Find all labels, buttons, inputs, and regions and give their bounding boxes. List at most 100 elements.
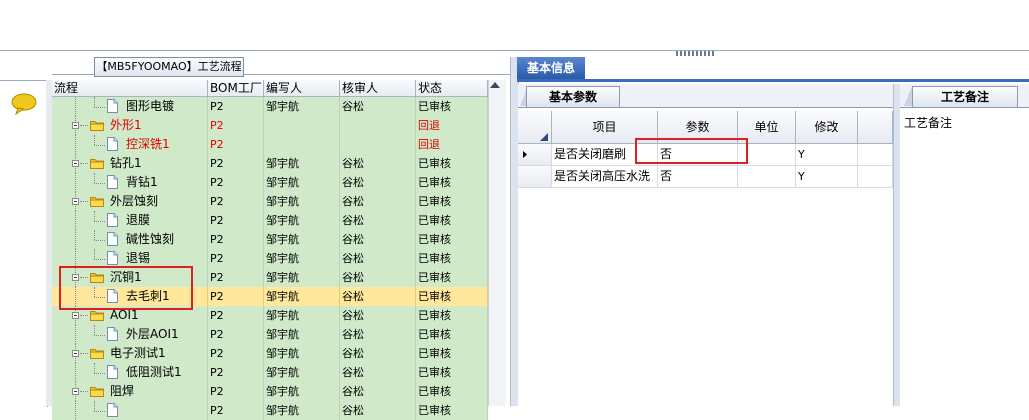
tree-guide-line xyxy=(94,135,95,145)
tree-row[interactable]: 碱性蚀刻 P2 邹宇航 谷松 已审核 xyxy=(52,230,488,249)
column-header[interactable]: 流程 xyxy=(52,80,208,97)
cell-reviewer: 谷松 xyxy=(342,97,416,116)
tree-guide-line xyxy=(80,163,88,164)
process-grid-scrollbar[interactable] xyxy=(488,80,506,406)
cell-bom: P2 xyxy=(210,97,264,116)
tree-row[interactable]: 控深铣1 P2 回退 xyxy=(52,135,488,154)
tree-node-label: 退膜 xyxy=(126,213,151,227)
collapse-toggle-icon[interactable] xyxy=(72,350,79,357)
tree-node-cell: 碱性蚀刻 xyxy=(52,230,208,249)
scroll-up-arrow-icon[interactable] xyxy=(490,82,500,88)
param-cell-param[interactable]: 否 xyxy=(658,166,738,188)
param-column-header[interactable]: 修改 xyxy=(796,111,858,144)
tree-row[interactable]: 外层蚀刻 P2 邹宇航 谷松 已审核 xyxy=(52,192,488,211)
document-icon xyxy=(107,213,118,227)
splitter-grip[interactable] xyxy=(676,51,716,56)
tree-guide-line xyxy=(80,353,88,354)
cell-bom: P2 xyxy=(210,306,264,325)
tree-node-cell: 阻焊 xyxy=(52,382,208,401)
tree-guide-line xyxy=(94,335,105,336)
cell-status: 已审核 xyxy=(418,230,488,249)
corner-triangle-icon xyxy=(540,133,548,141)
tree-node-label: 碱性蚀刻 xyxy=(126,232,175,246)
folder-icon xyxy=(90,121,104,131)
param-cell-modify: Y xyxy=(796,166,858,188)
cell-reviewer: 谷松 xyxy=(342,287,416,306)
cell-status: 已审核 xyxy=(418,173,488,192)
tree-row[interactable]: 电子测试1 P2 邹宇航 谷松 已审核 xyxy=(52,344,488,363)
column-header[interactable]: 核审人 xyxy=(340,80,416,97)
cell-writer: 邹宇航 xyxy=(266,230,340,249)
folder-icon xyxy=(90,311,104,321)
tree-guide-line xyxy=(80,315,88,316)
cell-bom: P2 xyxy=(210,192,264,211)
cell-status: 已审核 xyxy=(418,97,488,116)
cell-status: 回退 xyxy=(418,116,488,135)
tree-guide-line xyxy=(94,97,95,107)
highlight-box-param xyxy=(635,138,748,164)
row-indicator[interactable] xyxy=(518,144,552,166)
left-side-panel xyxy=(0,80,48,407)
collapse-toggle-icon[interactable] xyxy=(72,312,79,319)
column-header[interactable]: 状态 xyxy=(416,80,488,97)
collapse-toggle-icon[interactable] xyxy=(72,388,79,395)
document-icon xyxy=(107,175,118,189)
cell-writer: 邹宇航 xyxy=(266,287,340,306)
document-icon xyxy=(107,137,118,151)
cell-reviewer xyxy=(342,135,416,154)
process-tree-grid[interactable]: 流程 BOM工厂 编写人 核审人 状态 图形电镀 P2 邹宇航 谷松 已审核 外形1 P2 回退 控深铣… xyxy=(52,80,498,420)
cell-reviewer: 谷松 xyxy=(342,306,416,325)
cell-reviewer: 谷松 xyxy=(342,249,416,268)
tree-row[interactable]: 外形1 P2 回退 xyxy=(52,116,488,135)
tree-guide-line xyxy=(80,201,88,202)
cell-status: 已审核 xyxy=(418,325,488,344)
tree-row[interactable]: 退膜 P2 邹宇航 谷松 已审核 xyxy=(52,211,488,230)
tab-basic-params[interactable]: 基本参数 xyxy=(526,86,620,107)
tree-guide-line xyxy=(75,173,76,192)
tree-guide-line xyxy=(94,259,105,260)
cell-writer: 邹宇航 xyxy=(266,211,340,230)
tree-node-cell: 图形电镀 xyxy=(52,97,208,116)
tab-basic-info[interactable]: 基本信息 xyxy=(517,57,585,79)
column-header[interactable]: 编写人 xyxy=(264,80,340,97)
chat-bubble-icon[interactable] xyxy=(10,93,38,115)
tree-row[interactable]: 背钻1 P2 邹宇航 谷松 已审核 xyxy=(52,173,488,192)
cell-bom: P2 xyxy=(210,401,264,420)
cell-writer: 邹宇航 xyxy=(266,192,340,211)
tree-node-label: 图形电镀 xyxy=(126,99,175,113)
cell-writer xyxy=(266,116,340,135)
cell-bom: P2 xyxy=(210,211,264,230)
notes-frame[interactable] xyxy=(900,107,1029,407)
tree-node-cell: 外层AOI1 xyxy=(52,325,208,344)
tree-row[interactable]: 外层AOI1 P2 邹宇航 谷松 已审核 xyxy=(52,325,488,344)
folder-icon xyxy=(90,159,104,169)
notes-label: 工艺备注 xyxy=(904,116,953,130)
cell-writer: 邹宇航 xyxy=(266,249,340,268)
tree-row[interactable]: 阻焊 P2 邹宇航 谷松 已审核 xyxy=(52,382,488,401)
grid-corner-header xyxy=(518,111,552,144)
collapse-toggle-icon[interactable] xyxy=(72,198,79,205)
cell-writer: 邹宇航 xyxy=(266,268,340,287)
cell-writer: 邹宇航 xyxy=(266,382,340,401)
cell-status: 已审核 xyxy=(418,382,488,401)
tab-process-notes[interactable]: 工艺备注 xyxy=(912,86,1018,107)
tree-node-cell xyxy=(52,401,208,420)
tree-row[interactable]: 图形电镀 P2 邹宇航 谷松 已审核 xyxy=(52,97,488,116)
cell-reviewer: 谷松 xyxy=(342,382,416,401)
tree-row[interactable]: 钻孔1 P2 邹宇航 谷松 已审核 xyxy=(52,154,488,173)
row-indicator[interactable] xyxy=(518,166,552,188)
tree-node-cell: 电子测试1 xyxy=(52,344,208,363)
document-icon xyxy=(107,403,118,417)
collapse-toggle-icon[interactable] xyxy=(72,160,79,167)
tree-node-cell: 钻孔1 xyxy=(52,154,208,173)
column-header[interactable]: BOM工厂 xyxy=(208,80,264,97)
cell-bom: P2 xyxy=(210,344,264,363)
cell-reviewer xyxy=(342,116,416,135)
cell-status: 已审核 xyxy=(418,344,488,363)
tree-guide-line xyxy=(94,325,95,335)
cell-bom: P2 xyxy=(210,382,264,401)
tree-node-cell: 背钻1 xyxy=(52,173,208,192)
tree-row[interactable]: P2 邹宇航 谷松 已审核 xyxy=(52,401,488,420)
tree-row[interactable]: 低阻测试1 P2 邹宇航 谷松 已审核 xyxy=(52,363,488,382)
collapse-toggle-icon[interactable] xyxy=(72,122,79,129)
